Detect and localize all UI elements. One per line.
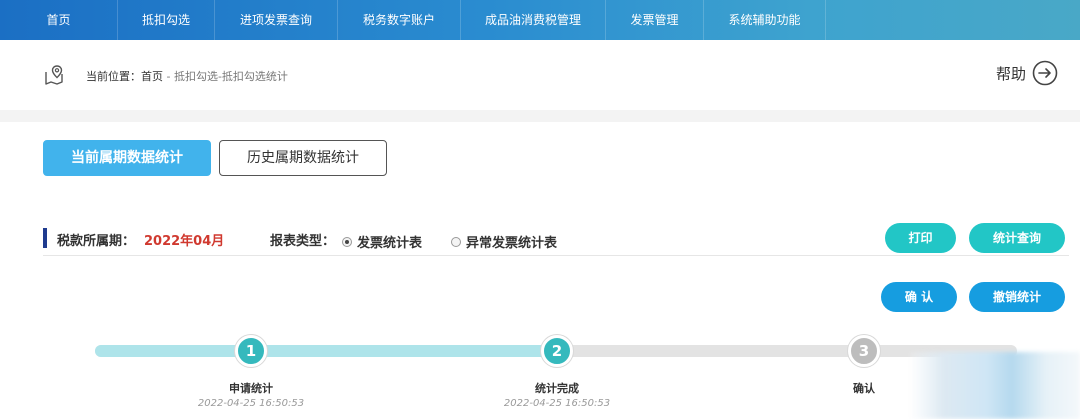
breadcrumb-home-link[interactable]: 首页 [141, 70, 163, 83]
stats-query-button[interactable]: 统计查询 [969, 223, 1065, 253]
step-3-label: 确认 [853, 382, 875, 395]
breadcrumb: 当前位置：首页 - 抵扣勾选-抵扣勾选统计 [86, 68, 288, 84]
nav-item-refined-oil-tax[interactable]: 成品油消费税管理 [461, 0, 606, 40]
radio-selected-icon[interactable] [342, 236, 352, 247]
revoke-stats-button[interactable]: 撤销统计 [969, 282, 1065, 312]
radio-abnormal-invoice-stats[interactable]: 异常发票统计表 [451, 232, 557, 251]
step-1-time: 2022-04-25 16:50:53 [197, 398, 305, 409]
help-label: 帮助 [995, 64, 1026, 83]
confirm-button[interactable]: 确 认 [881, 282, 957, 312]
tab-history-period-stats[interactable]: 历史属期数据统计 [219, 140, 387, 176]
breadcrumb-bar: 当前位置：首页 - 抵扣勾选-抵扣勾选统计 帮助 [0, 40, 1080, 110]
nav-item-home[interactable]: 首页 [0, 0, 118, 40]
blurred-image-overlay [910, 352, 1080, 419]
radio-invoice-stats[interactable]: 发票统计表 [342, 232, 422, 251]
step-3-badge: 3 [848, 335, 880, 367]
nav-item-deduction-select[interactable]: 抵扣勾选 [118, 0, 215, 40]
radio-abnormal-invoice-stats-label: 异常发票统计表 [466, 236, 558, 251]
radio-invoice-stats-label: 发票统计表 [357, 236, 423, 251]
step-2-label: 统计完成 [535, 382, 579, 395]
print-button[interactable]: 打印 [885, 223, 956, 253]
step-2-badge: 2 [541, 335, 573, 367]
tab-current-period-stats[interactable]: 当前属期数据统计 [43, 140, 211, 176]
step-2-time: 2022-04-25 16:50:53 [503, 398, 611, 409]
step-1-label: 申请统计 [229, 382, 273, 395]
help-button[interactable]: 帮助 [996, 60, 1058, 86]
nav-item-invoice-management[interactable]: 发票管理 [606, 0, 704, 40]
tax-period-label: 税款所属期： [57, 234, 136, 249]
map-pin-icon [45, 65, 63, 85]
nav-item-input-invoice-query[interactable]: 进项发票查询 [215, 0, 338, 40]
breadcrumb-trail: - 抵扣勾选-抵扣勾选统计 [163, 70, 288, 83]
nav-item-tax-digital-account[interactable]: 税务数字账户 [338, 0, 461, 40]
breadcrumb-prefix: 当前位置： [86, 70, 141, 83]
arrow-right-circle-icon [1032, 60, 1058, 86]
section-divider [0, 110, 1080, 122]
step-1-badge: 1 [235, 335, 267, 367]
nav-item-system-auxiliary[interactable]: 系统辅助功能 [704, 0, 826, 40]
radio-unselected-icon[interactable] [451, 236, 461, 247]
top-nav: 首页 抵扣勾选 进项发票查询 税务数字账户 成品油消费税管理 发票管理 系统辅助… [0, 0, 1080, 40]
report-type-label: 报表类型： [270, 234, 336, 249]
tax-period-value: 2022年04月 [144, 234, 225, 249]
progress-track-fill [95, 345, 557, 357]
section-marker [43, 228, 47, 248]
